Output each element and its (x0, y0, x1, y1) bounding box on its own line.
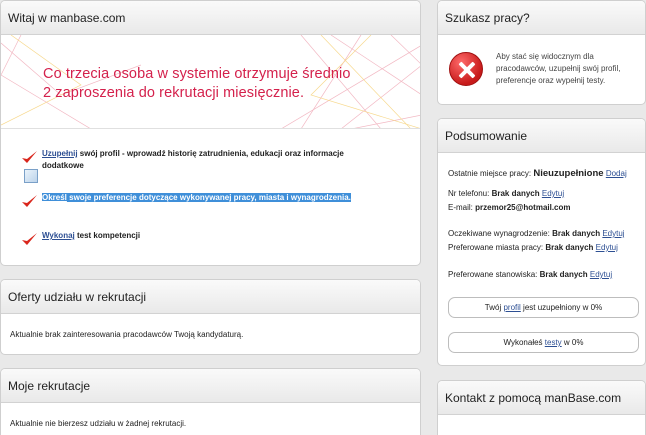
positions-value: Brak danych (539, 270, 588, 279)
my-recruitments-panel: Moje rekrutacje Aktualnie nie bierzesz u… (0, 368, 421, 435)
my-recruitments-title: Moje rekrutacje (1, 369, 420, 403)
last-job-row: Ostatnie miejsce pracy: Nieuzupełnione D… (448, 168, 627, 179)
my-recruitments-text: Aktualnie nie bierzesz udziału w żadnej … (10, 419, 187, 428)
job-search-panel: Szukasz pracy? Aby stać się widocznym dl… (437, 0, 646, 105)
offers-text: Aktualnie brak zainteresowania pracodawc… (10, 330, 244, 339)
step-profile-text: swój profil - wprowadź historię zatrudni… (42, 149, 344, 170)
checkmark-icon (22, 195, 37, 207)
cities-row: Preferowane miasta pracy: Brak danych Ed… (448, 243, 618, 252)
checkmark-icon (22, 233, 37, 245)
step-test-text: test kompetencji (74, 231, 141, 240)
last-job-value: Nieuzupełnione (533, 168, 604, 179)
banner-message: Co trzecia osoba w systemie otrzymuje śr… (43, 65, 351, 103)
promo-banner: Co trzecia osoba w systemie otrzymuje śr… (1, 35, 420, 129)
tests-completion-box: Wykonałeś testy w 0% (448, 332, 639, 353)
contact-panel: Kontakt z pomocą manBase.com (437, 380, 646, 435)
phone-value: Brak danych (491, 189, 540, 198)
edit-positions-link[interactable]: Edytuj (590, 270, 612, 279)
job-search-text: Aby stać się widocznym dla pracodawców, … (496, 52, 621, 85)
banner-line-2: 2 zaproszenia do rekrutacji miesięcznie. (43, 85, 305, 101)
error-x-icon (449, 52, 483, 86)
offers-panel: Oferty udziału w rekrutacji Aktualnie br… (0, 279, 421, 355)
take-test-link[interactable]: Wykonaj (42, 231, 75, 240)
job-search-title: Szukasz pracy? (438, 1, 645, 35)
banner-line-1: Co trzecia osoba w systemie otrzymuje śr… (43, 66, 351, 82)
welcome-panel: Witaj w manbase.com Co trzecia osoba w s… (0, 0, 421, 266)
summary-panel: Podsumowanie Ostatnie miejsce pracy: Nie… (437, 118, 646, 366)
salary-row: Oczekiwane wynagrodzenie: Brak danych Ed… (448, 229, 625, 238)
offers-title: Oferty udziału w rekrutacji (1, 280, 420, 314)
edit-cities-link[interactable]: Edytuj (596, 243, 618, 252)
edit-salary-link[interactable]: Edytuj (602, 229, 624, 238)
summary-title: Podsumowanie (438, 119, 645, 153)
phone-row: Nr telefonu: Brak danych Edytuj (448, 189, 565, 198)
checkmark-icon (22, 151, 37, 163)
add-last-job-link[interactable]: Dodaj (606, 169, 627, 178)
image-placeholder-icon (24, 169, 38, 183)
positions-row: Preferowane stanowiska: Brak danych Edyt… (448, 270, 613, 279)
welcome-title: Witaj w manbase.com (1, 1, 420, 35)
email-value: przemor25@hotmail.com (475, 203, 571, 212)
set-preferences-link[interactable]: Określ (42, 193, 67, 202)
edit-phone-link[interactable]: Edytuj (542, 189, 564, 198)
step-preferences-text: swoje preferencje dotyczące wykonywanej … (66, 193, 351, 202)
email-row: E-mail: przemor25@hotmail.com (448, 203, 571, 212)
tests-link[interactable]: testy (545, 338, 562, 347)
complete-profile-link[interactable]: Uzupełnij (42, 149, 78, 158)
cities-value: Brak danych (545, 243, 594, 252)
profile-completion-box: Twój profil jest uzupełniony w 0% (448, 297, 639, 318)
salary-value: Brak danych (552, 229, 601, 238)
profile-link[interactable]: profil (503, 303, 520, 312)
contact-title: Kontakt z pomocą manBase.com (438, 381, 645, 415)
